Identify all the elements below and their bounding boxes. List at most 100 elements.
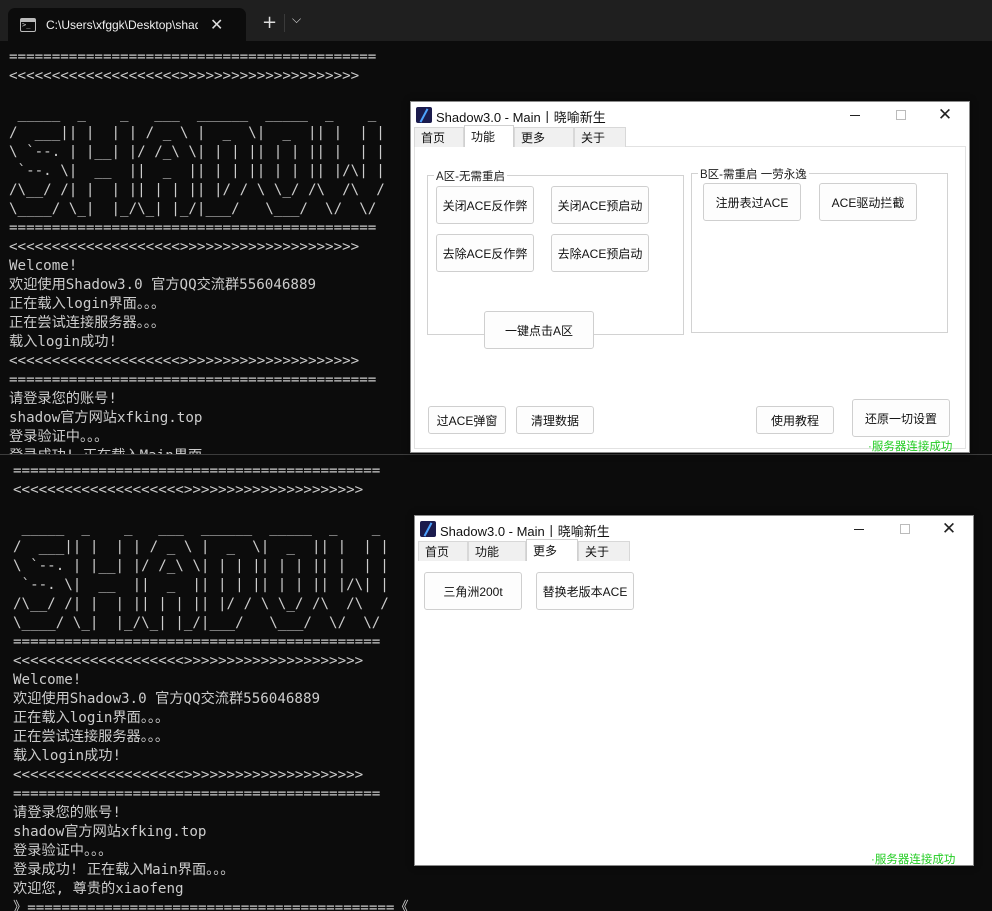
window-title: Shadow3.0 - Main丨晓喻新生 xyxy=(440,524,610,539)
close-ace-anticheat-button[interactable]: 关闭ACE反作弊 xyxy=(436,186,534,224)
replace-old-ace-button[interactable]: 替换老版本ACE xyxy=(536,572,634,610)
terminal-icon xyxy=(20,17,36,32)
terminal-line: 欢迎您, 尊贵的xiaofeng xyxy=(13,881,184,897)
features-tab-content: A区-无需重启 B区-需重启 一劳永逸 关闭ACE反作弊 关闭ACE预启动 去除… xyxy=(414,146,966,452)
maximize-button[interactable] xyxy=(885,518,925,540)
tab-home[interactable]: 首页 xyxy=(414,127,464,147)
terminal-line: <<<<<<<<<<<<<<<<<<<<>>>>>>>>>>>>>>>>>>>>… xyxy=(13,653,364,669)
remove-ace-anticheat-button[interactable]: 去除ACE反作弊 xyxy=(436,234,534,272)
terminal-line: ========================================… xyxy=(9,220,377,236)
tab-title: C:\Users\xfggk\Desktop\shadow xyxy=(46,17,198,32)
terminal-line: Welcome! xyxy=(9,258,78,274)
terminal-line: ========================================… xyxy=(9,372,377,388)
terminal-line: 载入login成功! xyxy=(13,748,121,764)
terminal-line: 正在载入login界面。。。 xyxy=(13,710,170,726)
tab-strip: 首页 功能 更多 关于 xyxy=(414,125,966,147)
minimize-icon xyxy=(854,528,864,530)
terminal-line: ========================================… xyxy=(13,786,381,802)
minimize-button[interactable] xyxy=(835,104,875,126)
terminal-line: ========================================… xyxy=(13,463,381,479)
tab-features[interactable]: 功能 xyxy=(468,541,526,561)
tab-home[interactable]: 首页 xyxy=(418,541,468,561)
terminal-output-top: ========================================… xyxy=(9,48,385,455)
group-a-label: A区-无需重启 xyxy=(434,168,507,184)
terminal-line: <<<<<<<<<<<<<<<<<<<<>>>>>>>>>>>>>>>>>>>>… xyxy=(13,767,364,783)
tab-about[interactable]: 关于 xyxy=(574,127,626,147)
close-ace-preboot-button[interactable]: 关闭ACE预启动 xyxy=(551,186,649,224)
terminal-line: `--. \| __ || _ || | | || | | || |/\| | xyxy=(9,163,385,179)
delta-200t-button[interactable]: 三角洲200t xyxy=(424,572,522,610)
tutorial-button[interactable]: 使用教程 xyxy=(756,406,834,434)
more-tab-content: 三角洲200t 替换老版本ACE ·服务器连接成功 xyxy=(418,560,970,865)
terminal-line: shadow官方网站xfking.top xyxy=(13,824,207,840)
shadow-app-icon xyxy=(416,107,432,123)
restore-all-button[interactable]: 还原一切设置 xyxy=(852,399,950,437)
one-click-a-button[interactable]: 一键点击A区 xyxy=(484,311,594,349)
window-title: Shadow3.0 - Main丨晓喻新生 xyxy=(436,110,606,125)
chevron-down-icon[interactable]: ⌵ xyxy=(292,12,301,27)
shadow-main-window-features: Shadow3.0 - Main丨晓喻新生 ✕ A区-无需重启 B区-需重启 一… xyxy=(410,101,970,453)
terminal-line: /\__/ /| | | || | | || |/ / \ \_/ /\ /\ … xyxy=(9,182,385,198)
tab-features[interactable]: 功能 xyxy=(464,125,514,147)
terminal-line: 载入login成功! xyxy=(9,334,117,350)
terminal-line: 请登录您的账号! xyxy=(13,805,121,821)
shadow-main-window-more: Shadow3.0 - Main丨晓喻新生 ✕ 三角洲200t 替换老版本ACE… xyxy=(414,515,974,866)
tab-separator xyxy=(284,14,285,32)
close-icon[interactable]: ✕ xyxy=(210,15,223,34)
terminal-line: _____ _ _ ___ ______ _____ _ _ xyxy=(9,106,377,122)
terminal-line: <<<<<<<<<<<<<<<<<<<<>>>>>>>>>>>>>>>>>>>>… xyxy=(9,353,360,369)
shadow-app-icon xyxy=(420,521,436,537)
registry-bypass-ace-button[interactable]: 注册表过ACE xyxy=(703,183,801,221)
terminal-tab[interactable]: C:\Users\xfggk\Desktop\shadow ✕ xyxy=(8,8,246,41)
terminal-line: ========================================… xyxy=(13,634,381,650)
maximize-icon xyxy=(900,524,910,534)
terminal-output-bottom: ========================================… xyxy=(13,462,409,911)
terminal-line: <<<<<<<<<<<<<<<<<<<<>>>>>>>>>>>>>>>>>>>>… xyxy=(13,482,364,498)
screenshot-divider xyxy=(0,454,992,455)
window-titlebar[interactable]: Shadow3.0 - Main丨晓喻新生 ✕ xyxy=(415,516,973,542)
tab-strip: 首页 功能 更多 关于 xyxy=(418,539,970,561)
terminal-line: 请登录您的账号! xyxy=(9,391,117,407)
terminal-line: <<<<<<<<<<<<<<<<<<<<>>>>>>>>>>>>>>>>>>>>… xyxy=(9,68,360,84)
minimize-icon xyxy=(850,114,860,116)
terminal-line: 登录验证中。。。 xyxy=(9,429,109,445)
tab-more[interactable]: 更多 xyxy=(526,539,578,561)
terminal-line: _____ _ _ ___ ______ _____ _ _ xyxy=(13,520,381,536)
terminal-line: 登录成功! 正在载入Main界面。。。 xyxy=(13,862,235,878)
terminal-line: \____/ \_| |_/\_| |_/|___/ \___/ \/ \/ xyxy=(13,615,381,631)
terminal-line: /\__/ /| | | || | | || |/ / \ \_/ /\ /\ … xyxy=(13,596,389,612)
terminal-line: 登录验证中。。。 xyxy=(13,843,113,859)
terminal-line: shadow官方网站xfking.top xyxy=(9,410,203,426)
terminal-line: 》=======================================… xyxy=(13,900,409,911)
remove-ace-preboot-button[interactable]: 去除ACE预启动 xyxy=(551,234,649,272)
terminal-tabbar: C:\Users\xfggk\Desktop\shadow ✕ + ⌵ xyxy=(0,0,992,41)
clean-data-button[interactable]: 清理数据 xyxy=(516,406,594,434)
maximize-button[interactable] xyxy=(881,104,921,126)
terminal-line: 正在尝试连接服务器。。。 xyxy=(13,729,170,745)
terminal-line: 正在尝试连接服务器。。。 xyxy=(9,315,166,331)
terminal-line: / ___|| | | | / _ \ | _ \| _ || | | | xyxy=(9,125,385,141)
tab-about[interactable]: 关于 xyxy=(578,541,630,561)
ace-driver-block-button[interactable]: ACE驱动拦截 xyxy=(819,183,917,221)
terminal-line: \ `--. | |__| |/ /_\ \| | | || | | || | … xyxy=(9,144,385,160)
terminal-line: ========================================… xyxy=(9,49,377,65)
minimize-button[interactable] xyxy=(839,518,879,540)
bypass-ace-popup-button[interactable]: 过ACE弹窗 xyxy=(428,406,506,434)
terminal-line: `--. \| __ || _ || | | || | | || |/\| | xyxy=(13,577,389,593)
server-status-text: ·服务器连接成功 xyxy=(868,441,953,453)
maximize-icon xyxy=(896,110,906,120)
tab-more[interactable]: 更多 xyxy=(514,127,574,147)
group-b-label: B区-需重启 一劳永逸 xyxy=(698,166,809,182)
terminal-line: 正在载入login界面。。。 xyxy=(9,296,166,312)
terminal-line: Welcome! xyxy=(13,672,82,688)
terminal-line: <<<<<<<<<<<<<<<<<<<<>>>>>>>>>>>>>>>>>>>>… xyxy=(9,239,360,255)
close-button[interactable]: ✕ xyxy=(929,518,969,540)
terminal-line: 欢迎使用Shadow3.0 官方QQ交流群556046889 xyxy=(13,691,321,707)
terminal-line: \ `--. | |__| |/ /_\ \| | | || | | || | … xyxy=(13,558,389,574)
terminal-line: 欢迎使用Shadow3.0 官方QQ交流群556046889 xyxy=(9,277,317,293)
terminal-line: / ___|| | | | / _ \ | _ \| _ || | | | xyxy=(13,539,389,555)
close-button[interactable]: ✕ xyxy=(925,104,965,126)
new-tab-button[interactable]: + xyxy=(262,12,277,33)
server-status-text: ·服务器连接成功 xyxy=(871,854,956,866)
